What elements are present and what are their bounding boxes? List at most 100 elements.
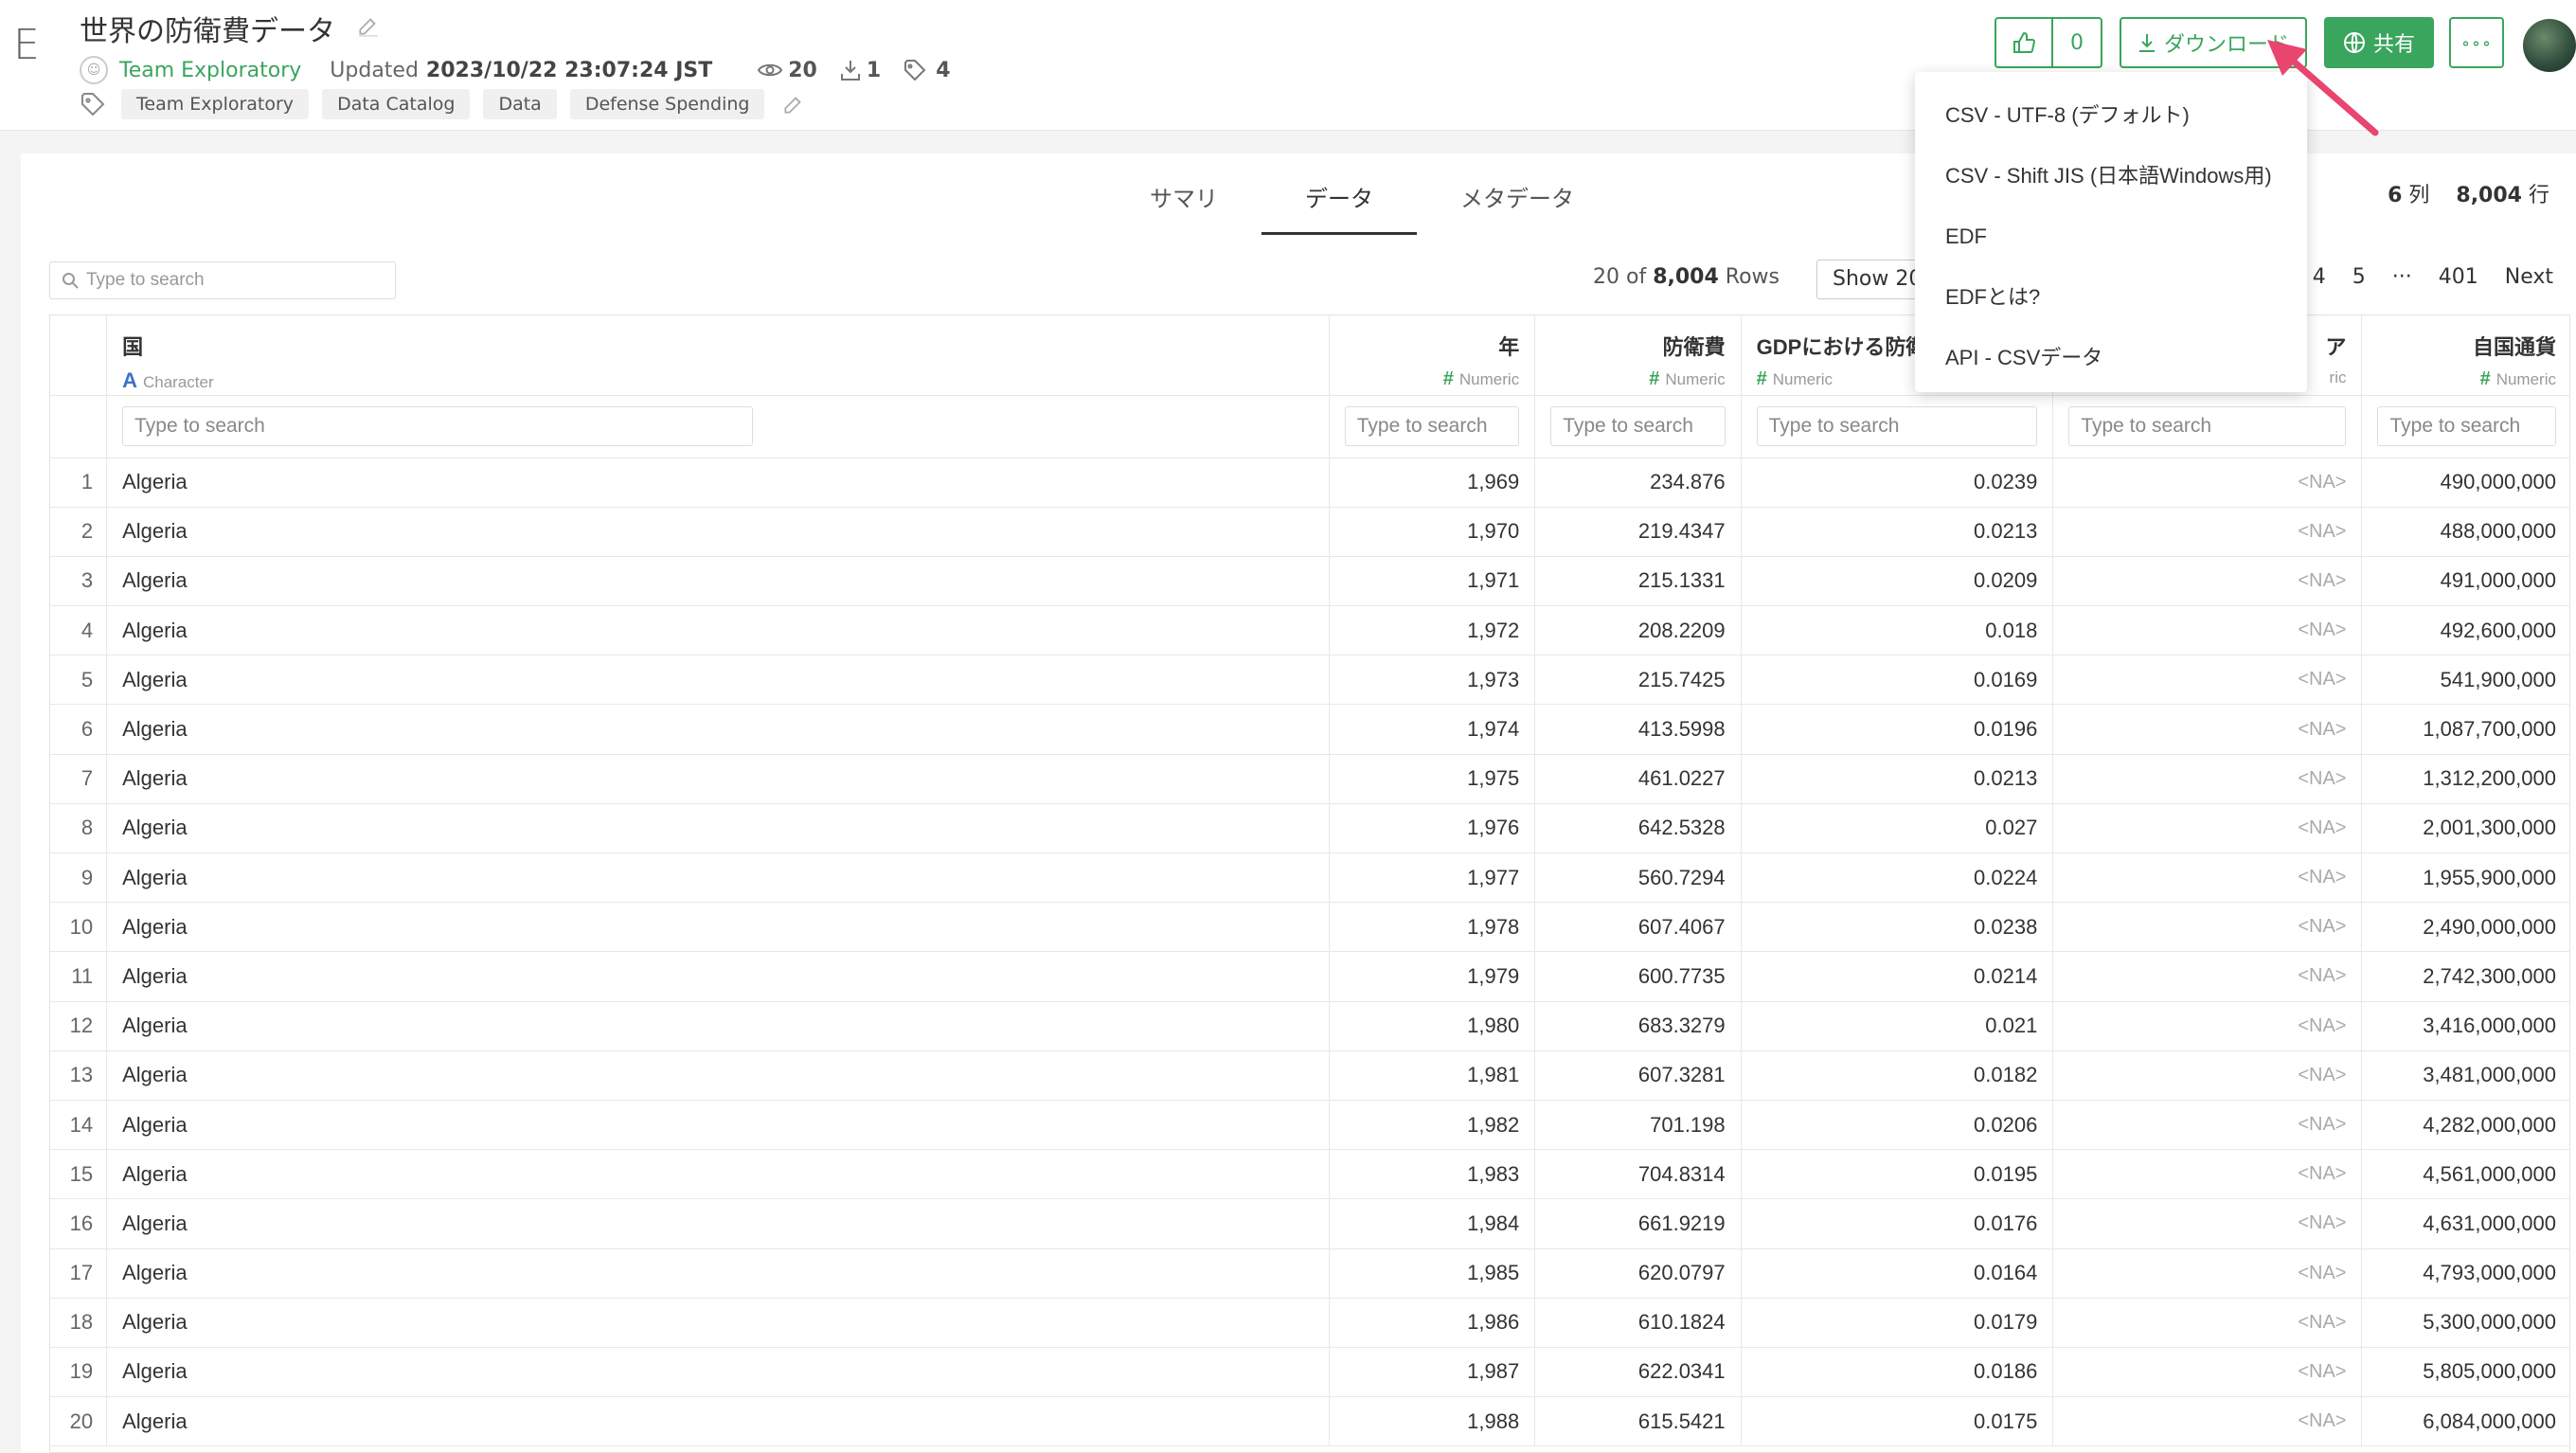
app-logo[interactable]: E [13, 21, 40, 69]
column-filter-input[interactable] [122, 406, 754, 446]
cell-na: <NA> [2052, 951, 2363, 1002]
tag-chip[interactable]: Data [483, 89, 557, 119]
share-button[interactable]: 共有 [2324, 17, 2434, 68]
data-table: 国 A Character 年 # Numeric 防衛費 # Numeric GDP… [49, 314, 2570, 1453]
cell-country: Algeria [106, 1050, 1330, 1101]
row-index: 9 [50, 852, 108, 904]
updated-label: Updated [330, 58, 419, 82]
tab-data[interactable]: データ [1261, 176, 1417, 235]
more-options-button[interactable]: ∘∘∘ [2449, 17, 2504, 68]
table-row[interactable]: 6 Algeria 1,974 413.5998 0.0196 <NA> 1,087,700… [50, 704, 2569, 755]
rows-info-suffix: Rows [1725, 265, 1780, 289]
download-button[interactable]: ダウンロード [2120, 17, 2307, 68]
like-button-group[interactable]: 0 [1995, 17, 2102, 68]
page-5[interactable]: 5 [2352, 265, 2366, 289]
pagination: 4 5 ··· 401 Next [2286, 265, 2553, 289]
user-avatar[interactable] [2523, 19, 2576, 72]
table-search[interactable] [49, 261, 396, 299]
row-index: 17 [50, 1248, 108, 1299]
table-cell: 0.0213 [1741, 754, 2054, 804]
table-cell: 704.8314 [1534, 1149, 1742, 1200]
column-filter-input[interactable] [2377, 406, 2556, 446]
table-cell: 491,000,000 [2361, 556, 2569, 607]
table-row[interactable]: 4 Algeria 1,972 208.2209 0.018 <NA> 492,600,00… [50, 605, 2569, 656]
table-row[interactable]: 19 Algeria 1,987 622.0341 0.0186 <NA> 5,805,00… [50, 1347, 2569, 1398]
menu-item-api-csv[interactable]: API - CSVデータ [1915, 328, 2307, 388]
table-row[interactable]: 14 Algeria 1,982 701.198 0.0206 <NA> 4,282,000… [50, 1100, 2569, 1151]
table-row[interactable]: 7 Algeria 1,975 461.0227 0.0213 <NA> 1,312,200… [50, 754, 2569, 804]
rows-info-prefix: 20 of [1593, 265, 1647, 289]
table-row[interactable]: 18 Algeria 1,986 610.1824 0.0179 <NA> 5,300,00… [50, 1298, 2569, 1348]
index-header [50, 315, 108, 396]
table-row[interactable]: 12 Algeria 1,980 683.3279 0.021 <NA> 3,416,000… [50, 1001, 2569, 1051]
page-size-select[interactable]: Show 20 [1816, 260, 1930, 299]
page-4[interactable]: 4 [2313, 265, 2326, 289]
menu-item-edf[interactable]: EDF [1915, 206, 2307, 267]
table-cell: 1,980 [1329, 1001, 1536, 1051]
table-row[interactable]: 13 Algeria 1,981 607.3281 0.0182 <NA> 3,481,00… [50, 1050, 2569, 1101]
tab-summary[interactable]: サマリ [1106, 176, 1261, 235]
cell-country: Algeria [106, 951, 1330, 1002]
menu-item-edf-help[interactable]: EDFとは? [1915, 267, 2307, 328]
column-filter-input[interactable] [1756, 406, 2038, 446]
tag-chip[interactable]: Defense Spending [569, 89, 765, 119]
table-row[interactable]: 1 Algeria 1,969 234.876 0.0239 <NA> 490,000,00… [50, 457, 2569, 508]
download-icon [2138, 34, 2155, 52]
team-link[interactable]: Team Exploratory [119, 59, 301, 82]
like-button[interactable] [1996, 19, 2053, 66]
table-cell: 1,987 [1329, 1347, 1536, 1398]
table-cell: 0.0213 [1741, 507, 2054, 557]
column-unit: 列 [2408, 184, 2430, 207]
column-filter-input[interactable] [1344, 406, 1520, 446]
cell-country: Algeria [106, 852, 1330, 904]
tab-bar: サマリ データ メタデータ [1106, 176, 1618, 235]
page-last[interactable]: 401 [2439, 265, 2478, 289]
cell-country: Algeria [106, 1100, 1330, 1151]
column-header[interactable]: 年 # Numeric [1329, 315, 1536, 396]
menu-item-csv-shiftjis[interactable]: CSV - Shift JIS (日本語Windows用) [1915, 146, 2307, 206]
table-cell: 0.018 [1741, 605, 2054, 656]
edit-title-icon[interactable] [356, 13, 381, 38]
column-header[interactable]: 国 A Character [106, 315, 1330, 396]
cell-na: <NA> [2052, 655, 2363, 706]
tag-chip[interactable]: Data Catalog [322, 89, 471, 119]
table-row[interactable]: 2 Algeria 1,970 219.4347 0.0213 <NA> 488,000,0… [50, 507, 2569, 557]
download-label: ダウンロード [2163, 33, 2289, 57]
table-cell: 0.0182 [1741, 1050, 2054, 1101]
table-row[interactable]: 16 Algeria 1,984 661.9219 0.0176 <NA> 4,631,00… [50, 1198, 2569, 1249]
tags-stat: 4 [903, 59, 951, 82]
table-row[interactable]: 3 Algeria 1,971 215.1331 0.0209 <NA> 491,000,0… [50, 556, 2569, 607]
column-filter-input[interactable] [2068, 406, 2347, 446]
tags-row: Team Exploratory Data Catalog Data Defen… [80, 87, 806, 121]
table-cell: 607.4067 [1534, 902, 1742, 953]
column-filter-input[interactable] [1550, 406, 1726, 446]
next-page-button[interactable]: Next [2505, 265, 2553, 289]
table-cell: 1,975 [1329, 754, 1536, 804]
table-row[interactable]: 11 Algeria 1,979 600.7735 0.0214 <NA> 2,742,30… [50, 951, 2569, 1002]
table-cell: 0.0176 [1741, 1198, 2054, 1249]
table-row[interactable]: 10 Algeria 1,978 607.4067 0.0238 <NA> 2,490,00… [50, 902, 2569, 953]
table-row[interactable]: 5 Algeria 1,973 215.7425 0.0169 <NA> 541,900,0… [50, 655, 2569, 706]
column-name: 防衛費 [1662, 335, 1726, 359]
edit-tags-icon[interactable] [781, 92, 806, 117]
table-row[interactable]: 9 Algeria 1,977 560.7294 0.0224 <NA> 1,955,900… [50, 852, 2569, 904]
table-cell: 490,000,000 [2361, 457, 2569, 508]
table-cell: 615.5421 [1534, 1396, 1742, 1447]
table-cell: 620.0797 [1534, 1248, 1742, 1299]
eye-icon [758, 63, 783, 77]
table-cell: 0.0209 [1741, 556, 2054, 607]
column-type: # Numeric [2377, 368, 2556, 390]
tab-metadata[interactable]: メタデータ [1417, 176, 1618, 235]
table-row[interactable]: 15 Algeria 1,983 704.8314 0.0195 <NA> 4,561,00… [50, 1149, 2569, 1200]
column-header[interactable]: 自国通貨 # Numeric [2361, 315, 2569, 396]
tag-chip[interactable]: Team Exploratory [121, 89, 310, 119]
search-input[interactable] [86, 270, 370, 291]
table-row[interactable]: 20 Algeria 1,988 615.5421 0.0175 <NA> 6,084,00… [50, 1396, 2569, 1447]
menu-item-csv-utf8[interactable]: CSV - UTF-8 (デフォルト) [1915, 85, 2307, 146]
table-row[interactable]: 17 Algeria 1,985 620.0797 0.0164 <NA> 4,793,00… [50, 1248, 2569, 1299]
column-name: 自国通貨 [2472, 335, 2556, 359]
table-row[interactable]: 8 Algeria 1,976 642.5328 0.027 <NA> 2,001,300,… [50, 803, 2569, 854]
column-header[interactable]: 防衛費 # Numeric [1534, 315, 1742, 396]
views-count: 20 [788, 58, 817, 82]
table-cell: 4,561,000,000 [2361, 1149, 2569, 1200]
